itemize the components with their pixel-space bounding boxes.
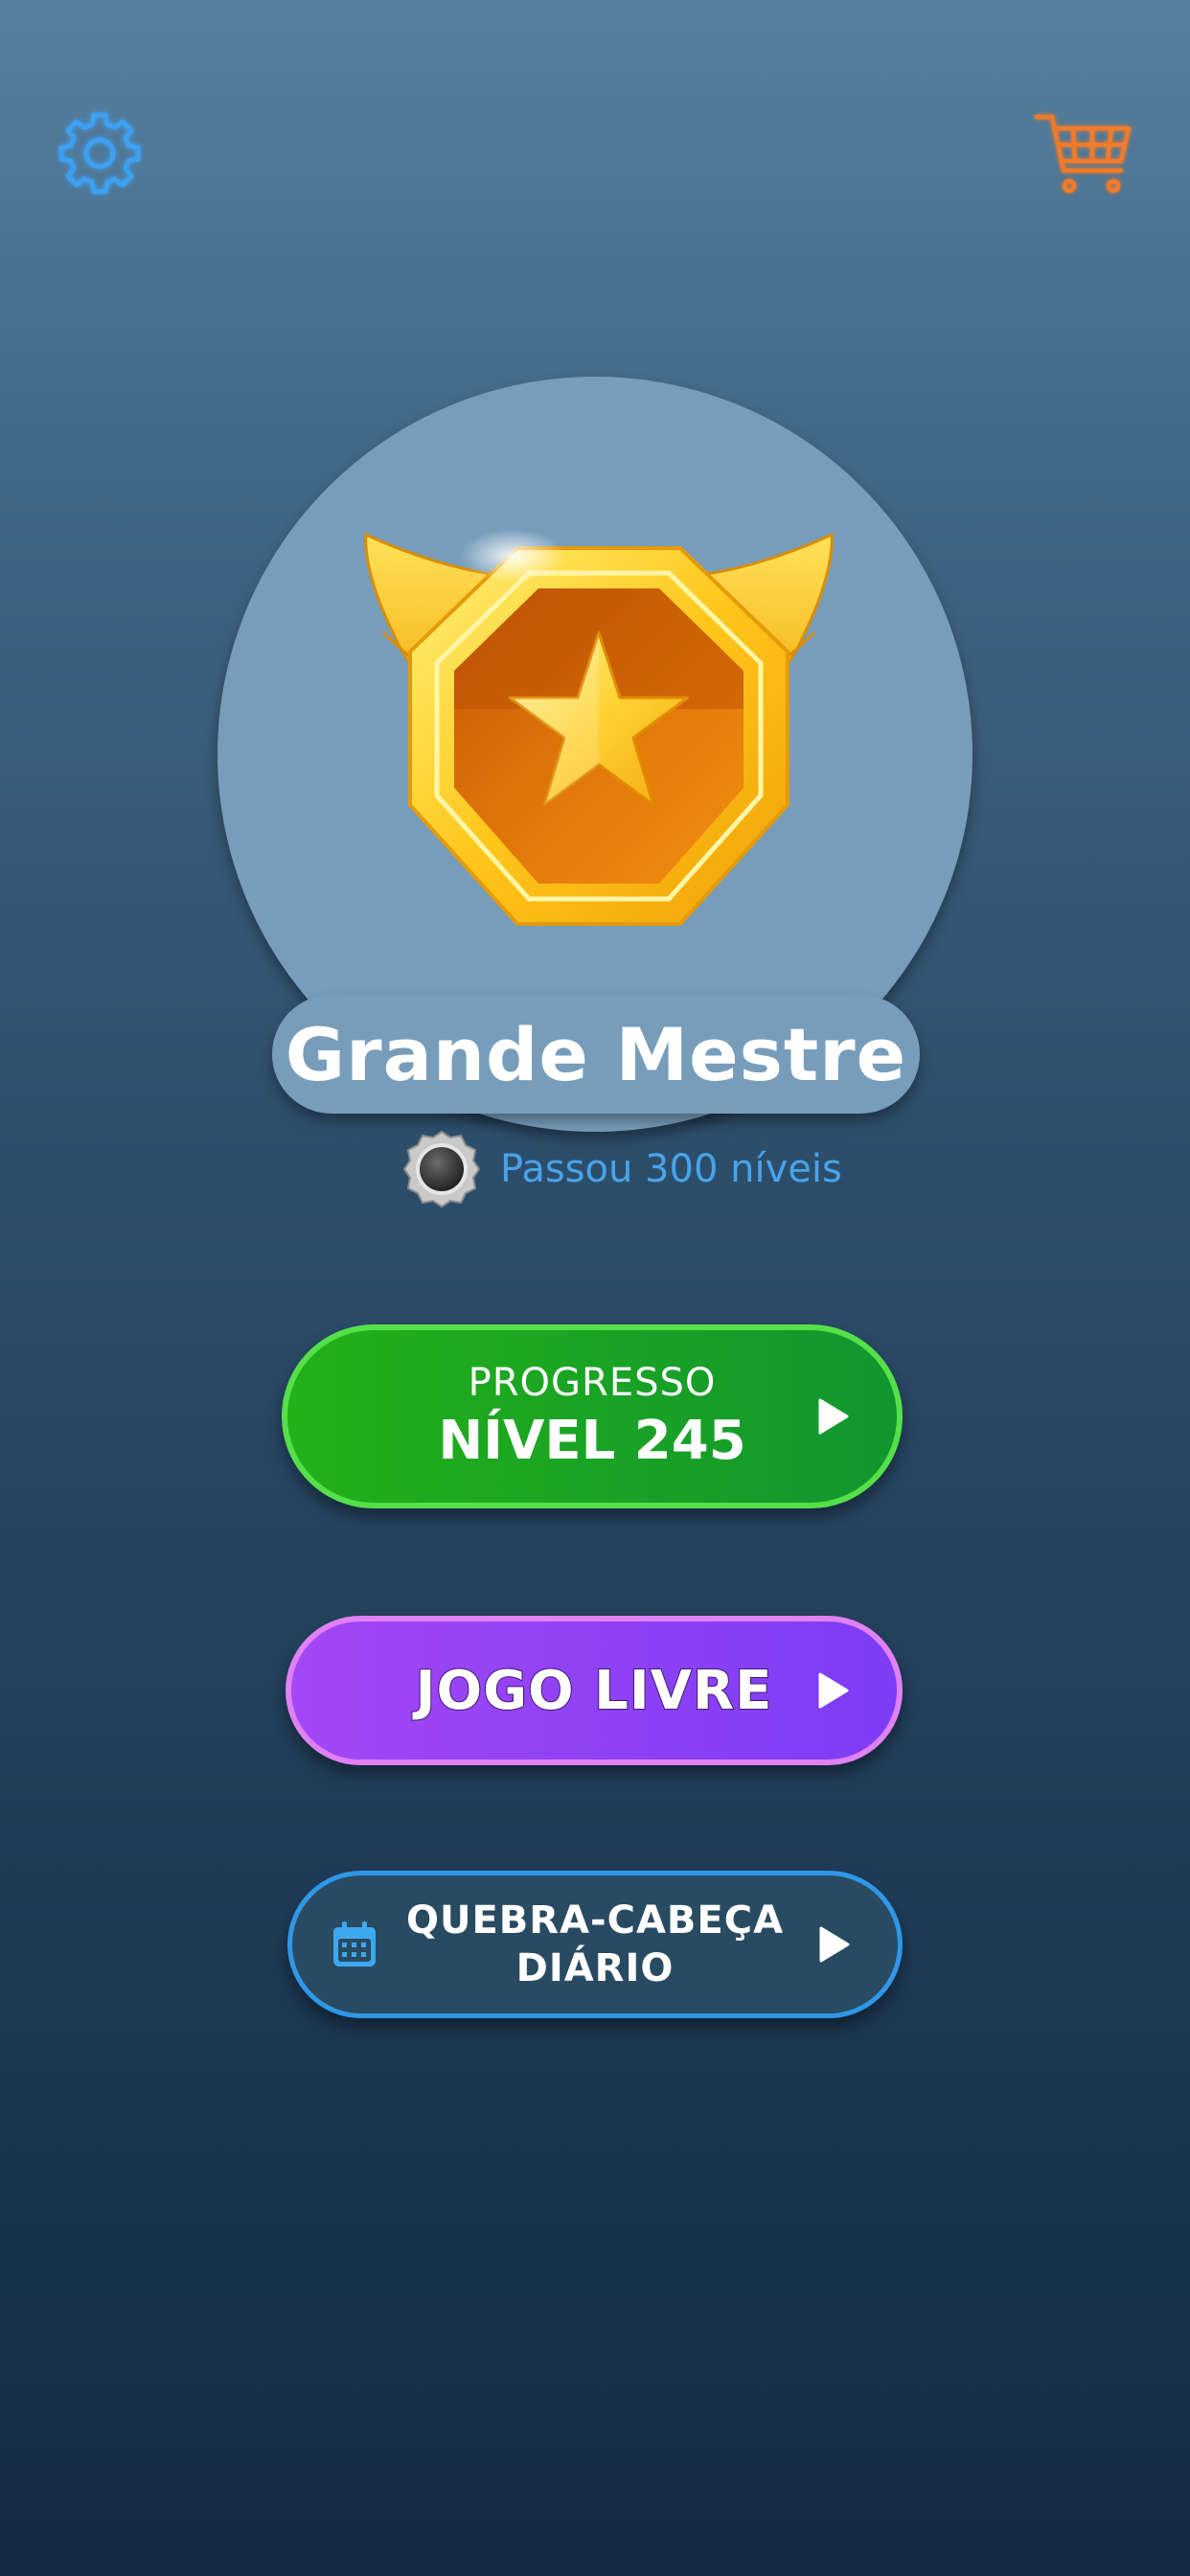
- shop-cart-button[interactable]: [1033, 107, 1134, 199]
- achievement-text: Passou 300 níveis: [500, 1147, 842, 1191]
- free-game-label: JOGO LIVRE: [415, 1659, 773, 1723]
- medal-icon: [402, 1130, 481, 1208]
- shopping-cart-icon: [1034, 114, 1132, 194]
- play-arrow-icon: [818, 1672, 849, 1709]
- rank-title-pill: Grande Mestre: [272, 995, 920, 1114]
- rank-title: Grande Mestre: [285, 1011, 907, 1097]
- calendar-icon: [333, 1921, 376, 1966]
- achievement-row: Passou 300 níveis: [402, 1129, 842, 1209]
- progress-label: PROGRESSO: [468, 1361, 717, 1405]
- play-arrow-icon: [819, 1926, 850, 1963]
- play-arrow-icon: [818, 1398, 849, 1435]
- settings-button[interactable]: [54, 107, 146, 199]
- winged-star-badge-icon: [364, 529, 834, 926]
- daily-puzzle-line1: QUEBRA-CABEÇA: [405, 1898, 785, 1943]
- progress-level: NÍVEL 245: [438, 1410, 746, 1472]
- daily-puzzle-button[interactable]: QUEBRA-CABEÇA DIÁRIO: [287, 1871, 903, 2018]
- free-game-button[interactable]: JOGO LIVRE: [286, 1616, 903, 1765]
- gear-icon: [58, 112, 141, 195]
- progress-button[interactable]: PROGRESSO NÍVEL 245: [282, 1324, 903, 1508]
- daily-puzzle-line2: DIÁRIO: [515, 1946, 675, 1990]
- daily-puzzle-label: QUEBRA-CABEÇA DIÁRIO: [406, 1897, 784, 1992]
